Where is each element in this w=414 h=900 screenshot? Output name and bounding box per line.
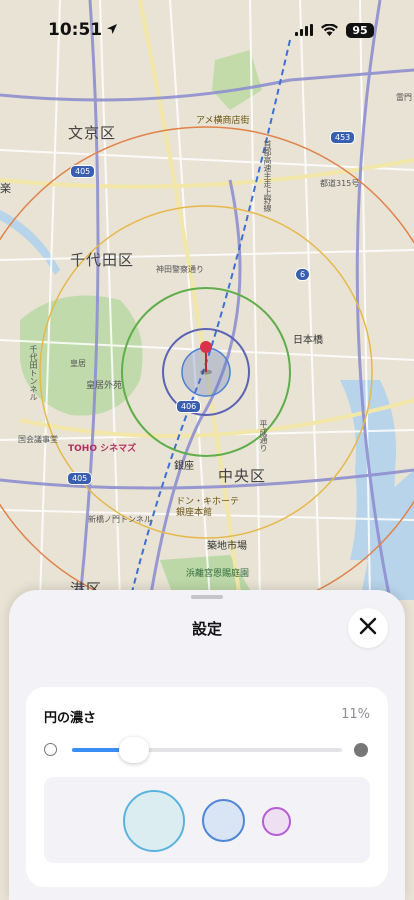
place-label: 銀座 <box>174 461 194 472</box>
route-shield: 405 <box>70 165 96 178</box>
wifi-icon <box>321 21 338 40</box>
poi-label[interactable]: アメ横商店街 <box>196 113 250 126</box>
road-label: 都道315号 <box>320 179 360 188</box>
circle-size-options <box>44 777 370 863</box>
sheet-grabber[interactable] <box>191 595 223 599</box>
place-label: 雷門 <box>396 93 412 102</box>
settings-sheet: 設定 円の濃さ 11% <box>9 590 405 900</box>
opacity-slider[interactable] <box>72 737 342 763</box>
place-label: 国会議事堂 <box>18 435 58 444</box>
medium-circle-option[interactable] <box>202 799 245 842</box>
location-arrow-icon <box>106 20 118 40</box>
road-label: 千代田トンネル <box>29 345 38 401</box>
route-shield: 405 <box>67 472 93 485</box>
large-circle-option[interactable] <box>123 790 185 852</box>
slider-thumb[interactable] <box>119 737 150 763</box>
opacity-card: 円の濃さ 11% <box>26 687 388 887</box>
road-label: 新橋ノ門トンネル <box>88 515 152 524</box>
poi-label[interactable]: ドン・キホーテ 銀座本館 <box>176 497 246 519</box>
poi-label[interactable]: 浜離宮恩賜庭園 <box>186 566 249 579</box>
place-label: 日本橋 <box>293 335 323 346</box>
road-label: 平成通り <box>259 420 268 452</box>
place-label: 文京区 <box>68 124 117 142</box>
route-shield: 406 <box>176 400 202 413</box>
xmark-icon <box>359 617 377 639</box>
route-shield: 453 <box>330 131 356 144</box>
place-label: 皇居外苑 <box>86 381 123 391</box>
opacity-value: 11% <box>341 707 370 722</box>
sheet-title: 設定 <box>191 620 222 638</box>
battery-icon: 95 <box>346 22 374 38</box>
poi-label[interactable]: TOHO シネマズ <box>68 441 136 454</box>
close-button[interactable] <box>348 608 388 648</box>
road-label: 首都高速主走上野線 <box>263 140 272 212</box>
status-time: 10:51 <box>48 20 118 40</box>
place-label: 楽 <box>0 182 11 195</box>
place-label: 皇居 <box>70 359 86 368</box>
opacity-label: 円の濃さ <box>44 711 97 726</box>
cellular-signal-icon <box>295 21 313 40</box>
small-circle-option[interactable] <box>262 807 291 836</box>
road-label: 神田警察通り <box>156 265 204 274</box>
circle-filled-icon <box>354 743 368 757</box>
place-label: 千代田区 <box>70 251 135 269</box>
circle-outline-icon <box>44 743 57 756</box>
place-label: 中央区 <box>218 467 267 485</box>
route-shield: 6 <box>295 268 311 281</box>
status-bar: 10:51 95 <box>0 0 414 60</box>
place-label: 築地市場 <box>207 541 247 552</box>
